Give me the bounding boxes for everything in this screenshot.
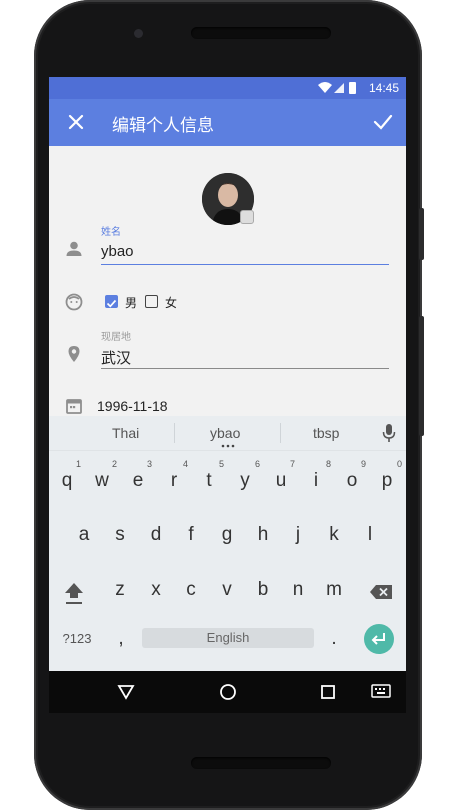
key-s[interactable]: s <box>105 524 135 546</box>
name-field[interactable]: ybao <box>101 243 134 260</box>
key-hint: 4 <box>183 459 189 469</box>
male-label: 男 <box>125 296 138 310</box>
key-f[interactable]: f <box>176 524 206 546</box>
key-a[interactable]: a <box>69 524 99 546</box>
status-bar: 14:45 <box>49 77 406 99</box>
key-u[interactable]: u <box>266 470 296 492</box>
suggestion-divider <box>280 423 281 443</box>
camera-icon[interactable] <box>240 210 254 224</box>
home-nav-icon[interactable] <box>219 683 237 701</box>
key-t[interactable]: t <box>194 470 224 492</box>
wifi-icon <box>318 82 332 93</box>
calendar-icon <box>66 399 82 414</box>
key-k[interactable]: k <box>319 524 349 546</box>
key-i[interactable]: i <box>301 470 331 492</box>
key-o[interactable]: o <box>337 470 367 492</box>
key-e[interactable]: e <box>123 470 153 492</box>
page-title: 编辑个人信息 <box>112 116 214 136</box>
key-c[interactable]: c <box>176 579 206 601</box>
suggestion-1[interactable]: Thai <box>112 425 139 441</box>
key-n[interactable]: n <box>283 579 313 601</box>
face-icon <box>65 293 83 311</box>
front-camera <box>134 29 143 38</box>
suggestion-2[interactable]: ybao <box>210 425 240 441</box>
key-q[interactable]: q <box>52 470 82 492</box>
space-key[interactable]: English <box>142 628 314 648</box>
key-hint: 0 <box>397 459 403 469</box>
female-checkbox[interactable] <box>145 295 158 308</box>
mic-icon[interactable] <box>382 424 396 442</box>
key-g[interactable]: g <box>212 524 242 546</box>
key-l[interactable]: l <box>355 524 385 546</box>
key-w[interactable]: w <box>87 470 117 492</box>
enter-key[interactable] <box>364 624 394 654</box>
app-bar: 编辑个人信息 <box>49 99 406 146</box>
check-icon[interactable] <box>372 111 394 133</box>
period-key[interactable]: . <box>319 628 349 650</box>
key-hint: 1 <box>76 459 82 469</box>
close-icon[interactable] <box>65 111 87 133</box>
key-hint: 5 <box>219 459 225 469</box>
signal-icon <box>334 83 344 93</box>
key-r[interactable]: r <box>159 470 189 492</box>
key-p[interactable]: p <box>372 470 402 492</box>
suggestion-strip: Thai ybao tbsp <box>49 416 406 451</box>
key-hint: 8 <box>326 459 332 469</box>
more-suggestions-icon[interactable] <box>221 444 235 448</box>
residence-field[interactable]: 武汉 <box>101 347 131 368</box>
comma-key[interactable]: , <box>106 628 136 650</box>
key-m[interactable]: m <box>319 579 349 601</box>
key-h[interactable]: h <box>248 524 278 546</box>
battery-icon <box>349 82 356 94</box>
location-icon <box>68 346 80 362</box>
key-hint: 9 <box>361 459 367 469</box>
top-speaker <box>191 27 331 39</box>
key-x[interactable]: x <box>141 579 171 601</box>
name-underline <box>101 264 389 265</box>
key-hint: 3 <box>147 459 153 469</box>
screen: 14:45 编辑个人信息 姓名 ybao 男 女 现居地 武汉 1996-11-… <box>49 77 406 713</box>
status-icons <box>318 82 356 94</box>
male-checkbox[interactable] <box>105 295 118 308</box>
key-hint: 6 <box>255 459 261 469</box>
volume-button <box>419 316 424 436</box>
navigation-bar <box>49 671 406 713</box>
residence-underline <box>101 368 389 369</box>
key-y[interactable]: y <box>230 470 260 492</box>
shift-icon[interactable] <box>63 581 85 605</box>
female-label: 女 <box>165 296 178 310</box>
bottom-speaker <box>191 757 331 769</box>
suggestion-divider <box>174 423 175 443</box>
backspace-icon[interactable] <box>369 584 393 600</box>
name-label: 姓名 <box>101 227 121 238</box>
symbols-key[interactable]: ?123 <box>59 631 95 646</box>
recents-nav-icon[interactable] <box>319 683 337 701</box>
key-hint: 7 <box>290 459 296 469</box>
back-nav-icon[interactable] <box>117 683 135 701</box>
birthday-field[interactable]: 1996-11-18 <box>97 398 168 414</box>
residence-label: 现居地 <box>101 332 131 343</box>
soft-keyboard: Thai ybao tbsp 1 2 3 4 5 6 7 8 9 0 q w e… <box>49 416 406 671</box>
key-v[interactable]: v <box>212 579 242 601</box>
key-z[interactable]: z <box>105 579 135 601</box>
person-icon <box>66 241 82 256</box>
key-b[interactable]: b <box>248 579 278 601</box>
key-j[interactable]: j <box>283 524 313 546</box>
checkmark-icon <box>106 299 117 308</box>
suggestion-3[interactable]: tbsp <box>313 425 339 441</box>
key-d[interactable]: d <box>141 524 171 546</box>
enter-icon <box>371 633 385 645</box>
status-time: 14:45 <box>368 81 399 95</box>
power-button <box>419 208 424 260</box>
key-hint: 2 <box>112 459 118 469</box>
keyboard-switch-icon[interactable] <box>371 684 391 700</box>
